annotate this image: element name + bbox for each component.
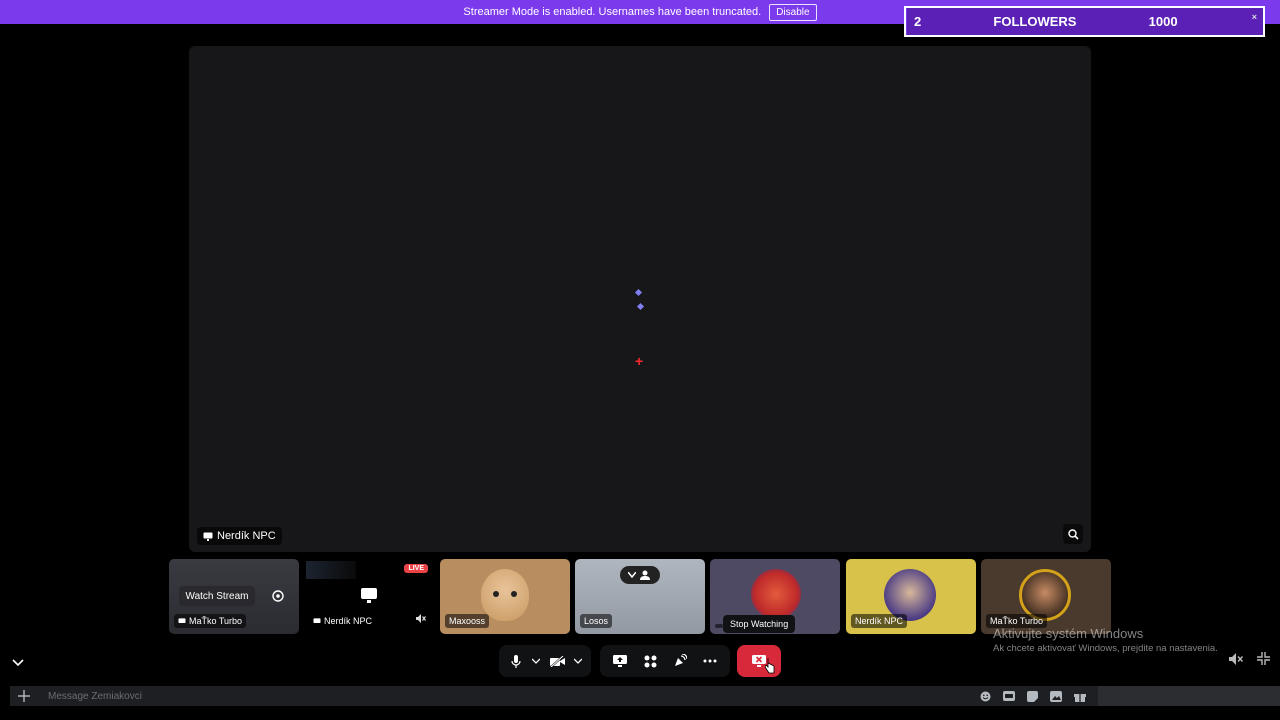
volume-mute-icon[interactable] — [416, 610, 426, 628]
tile-name: Losos — [584, 616, 609, 626]
avatar — [751, 569, 801, 619]
tile-name-label — [715, 624, 723, 628]
watch-together-icon[interactable] — [267, 586, 289, 606]
windows-activation-watermark: Aktivujte systém Windows Ak chcete aktiv… — [993, 626, 1218, 654]
participant-tiles: Watch Stream MaŤko Turbo LIVE Nerdík NPC — [169, 559, 1111, 634]
monitor-icon — [360, 587, 378, 610]
monitor-icon — [313, 617, 321, 623]
followers-current: 2 — [914, 14, 922, 29]
tile-name-label: MaŤko Turbo — [174, 614, 247, 628]
disable-streamer-mode-button[interactable]: Disable — [769, 3, 817, 21]
right-panel-strip — [1098, 686, 1280, 706]
call-view-options — [1229, 652, 1270, 670]
stream-preview — [306, 561, 356, 579]
watermark-title: Aktivujte systém Windows — [993, 626, 1144, 641]
crosshair-icon: + — [635, 353, 644, 369]
tile-name: Nerdík NPC — [324, 616, 373, 626]
loading-spinner-dot — [636, 302, 645, 311]
stage-streamer-name: Nerdík NPC — [217, 530, 276, 542]
tile-name-label: Nerdík NPC — [851, 614, 908, 628]
tile-name: Nerdík NPC — [855, 616, 904, 626]
monitor-icon — [203, 532, 213, 541]
emoji-icon[interactable] — [980, 691, 991, 702]
participant-tile[interactable]: Watch Stream MaŤko Turbo — [169, 559, 299, 634]
stop-watching-icon — [752, 655, 766, 667]
chevron-down-icon[interactable] — [530, 647, 543, 675]
main-stream-stage[interactable]: + Nerdík NPC — [189, 46, 1091, 552]
followers-goal-progress — [906, 8, 907, 35]
tile-name-label: Maxooss — [445, 614, 490, 628]
stage-streamer-label: Nerdík NPC — [197, 527, 282, 545]
plus-icon[interactable] — [10, 690, 38, 702]
participant-tile[interactable]: MaŤko Turbo — [981, 559, 1111, 634]
volume-mute-icon[interactable] — [1229, 652, 1244, 670]
soundboard-icon[interactable] — [666, 647, 694, 675]
followers-label: FOLLOWERS — [993, 14, 1077, 29]
participant-tile[interactable]: Maxooss — [440, 559, 570, 634]
live-badge: LIVE — [404, 564, 428, 573]
chevron-down-icon — [628, 572, 636, 578]
message-input[interactable] — [38, 690, 980, 702]
streamer-mode-text: Streamer Mode is enabled. Usernames have… — [463, 6, 762, 18]
loading-spinner-dot — [634, 288, 643, 297]
gif-icon[interactable] — [1003, 691, 1015, 702]
tile-name: MaŤko Turbo — [990, 616, 1044, 626]
message-tools — [980, 690, 1098, 702]
tile-name-label: Losos — [580, 614, 613, 628]
zoom-icon[interactable] — [1063, 524, 1083, 544]
close-icon[interactable]: × — [1252, 12, 1257, 22]
pointer-cursor-icon — [764, 658, 775, 679]
microphone-icon[interactable] — [505, 647, 528, 675]
tile-name: Maxooss — [449, 616, 486, 626]
participant-tile[interactable]: Nerdík NPC — [846, 559, 976, 634]
exit-fullscreen-icon[interactable] — [1257, 652, 1270, 670]
tile-name-label: Nerdík NPC — [309, 614, 377, 628]
avatar — [481, 569, 529, 621]
chevron-down-icon[interactable] — [572, 647, 585, 675]
sticker-icon[interactable] — [1027, 690, 1038, 702]
discord-voice-call-window: Streamer Mode is enabled. Usernames have… — [0, 0, 1280, 720]
participant-tile[interactable]: Losos — [575, 559, 705, 634]
watermark-subtitle: Ak chcete aktivovať Windows, prejdite na… — [993, 643, 1218, 654]
users-icon — [640, 570, 650, 580]
monitor-icon — [178, 617, 186, 623]
participant-tile[interactable]: LIVE Nerdík NPC — [304, 559, 434, 634]
image-icon[interactable] — [1050, 690, 1062, 702]
gift-icon[interactable] — [1074, 691, 1086, 702]
message-bar — [10, 686, 1098, 706]
friends-popout-button[interactable] — [620, 566, 660, 584]
camera-off-icon[interactable] — [545, 647, 570, 675]
activity-controls — [600, 645, 730, 677]
chevron-down-icon[interactable] — [12, 654, 24, 672]
audio-video-controls — [499, 645, 591, 677]
watch-stream-button[interactable]: Watch Stream — [179, 586, 255, 606]
tile-name: MaŤko Turbo — [189, 616, 243, 626]
followers-goal-overlay: 2 FOLLOWERS 1000 × — [904, 6, 1265, 37]
activities-icon[interactable] — [636, 647, 664, 675]
more-icon[interactable] — [696, 647, 724, 675]
followers-target: 1000 — [1148, 14, 1178, 29]
screen-share-icon[interactable] — [606, 647, 634, 675]
stop-watching-tooltip: Stop Watching — [723, 615, 796, 633]
